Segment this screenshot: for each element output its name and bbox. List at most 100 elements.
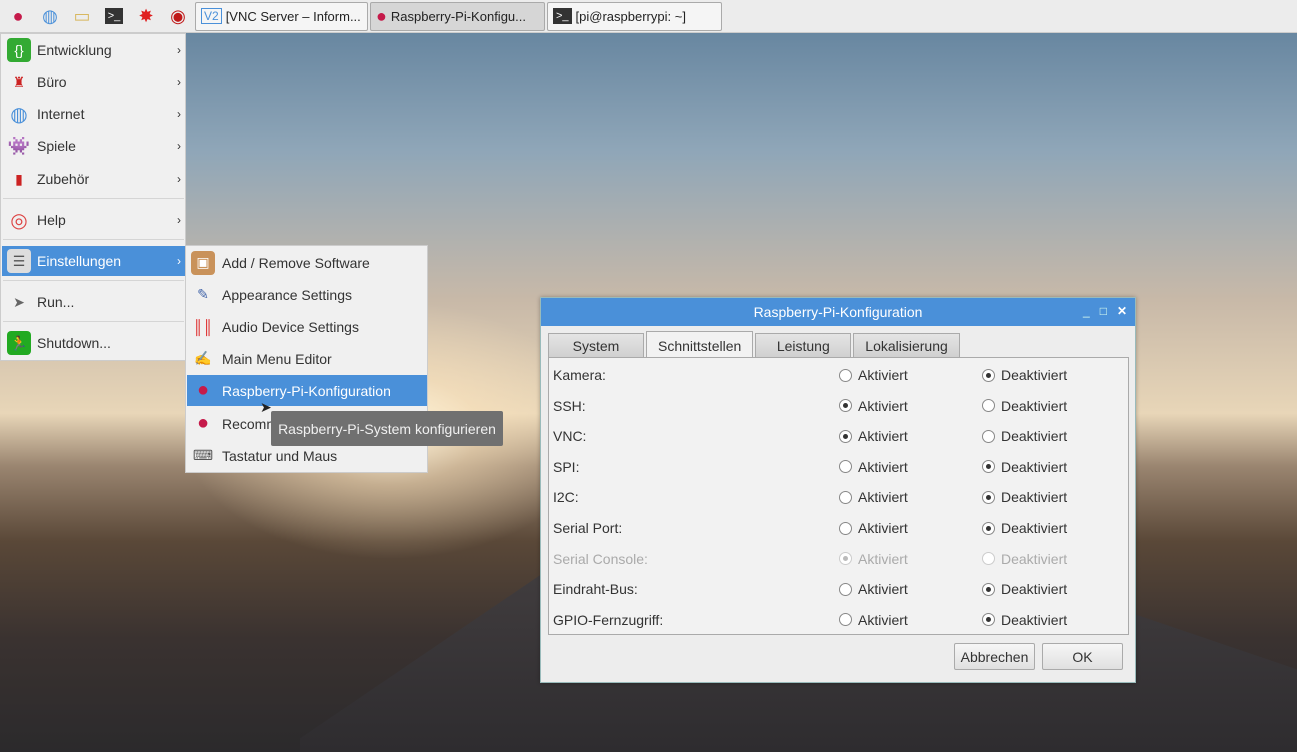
menu-item-buero[interactable]: ♜ Büro › xyxy=(2,67,185,97)
radio-deaktiviert[interactable]: Deaktiviert xyxy=(982,398,1067,414)
code-icon: {} xyxy=(7,38,31,62)
taskbar: ● ◍ ▭ >_ ✸ ◉ V2 [VNC Server – Inform... ●… xyxy=(0,0,1297,33)
radio-icon[interactable] xyxy=(839,582,852,596)
interface-label: GPIO-Fernzugriff: xyxy=(553,611,664,628)
radio-icon[interactable] xyxy=(982,399,995,413)
interface-row: SSH: Aktiviert Deaktiviert xyxy=(553,394,1123,418)
menu-item-entwicklung[interactable]: {} Entwicklung › xyxy=(2,35,185,65)
interface-label: VNC: xyxy=(553,428,587,445)
radio-icon[interactable] xyxy=(982,552,995,566)
terminal-icon: >_ xyxy=(553,8,572,24)
main-menu: {} Entwicklung › ♜ Büro › ◍ Internet › 👾 Spiele… xyxy=(0,33,186,361)
dialog-titlebar[interactable]: Raspberry-Pi-Konfiguration _ □ ✕ xyxy=(541,298,1135,326)
tab-system[interactable]: System xyxy=(548,333,644,358)
menu-item-help[interactable]: ◎ Help › xyxy=(2,205,185,235)
appearance-icon: ✎ xyxy=(197,286,209,302)
radio-deaktiviert[interactable]: Deaktiviert xyxy=(982,520,1067,536)
radio-deaktiviert[interactable]: Deaktiviert xyxy=(982,428,1067,444)
task-vnc-server[interactable]: V2 [VNC Server – Inform... xyxy=(195,1,368,31)
swiss-knife-icon: ▮ xyxy=(15,170,23,187)
menu-item-zubehoer[interactable]: ▮ Zubehör › xyxy=(2,164,185,194)
office-lamp-icon: ♜ xyxy=(12,73,26,90)
radio-icon[interactable] xyxy=(839,368,852,382)
menu-item-einstellungen[interactable]: ☰ Einstellungen › xyxy=(2,246,185,276)
radio-aktiviert[interactable]: Aktiviert xyxy=(839,581,908,597)
radio-aktiviert[interactable]: Aktiviert xyxy=(839,398,908,414)
interface-row: Serial Console: Aktiviert Deaktiviert xyxy=(553,547,1123,571)
radio-aktiviert[interactable]: Aktiviert xyxy=(839,428,908,444)
radio-icon[interactable] xyxy=(982,521,995,535)
radio-deaktiviert[interactable]: Deaktiviert xyxy=(982,367,1067,383)
menu-item-spiele[interactable]: 👾 Spiele › xyxy=(2,131,185,161)
tab-schnittstellen[interactable]: Schnittstellen xyxy=(646,331,754,359)
radio-aktiviert[interactable]: Aktiviert xyxy=(839,489,908,505)
radio-aktiviert[interactable]: Aktiviert xyxy=(839,612,908,628)
radio-icon[interactable] xyxy=(839,490,852,504)
radio-icon[interactable] xyxy=(982,490,995,504)
task-raspi-config[interactable]: ● Raspberry-Pi-Konfigu... xyxy=(370,1,545,31)
radio-deaktiviert[interactable]: Deaktiviert xyxy=(982,459,1067,475)
interface-label: Eindraht-Bus: xyxy=(553,581,638,598)
radio-icon[interactable] xyxy=(982,429,995,443)
cancel-button[interactable]: Abbrechen xyxy=(954,643,1035,670)
tab-bar: System Schnittstellen Leistung Lokalisie… xyxy=(548,331,960,359)
raspberry-icon: ● xyxy=(196,379,210,401)
interface-label: SPI: xyxy=(553,458,580,475)
radio-deaktiviert[interactable]: Deaktiviert xyxy=(982,612,1067,628)
radio-icon[interactable] xyxy=(982,460,995,474)
radio-icon[interactable] xyxy=(839,399,852,413)
task-terminal[interactable]: >_ [pi@raspberrypi: ~] xyxy=(547,1,722,31)
chevron-right-icon: › xyxy=(177,139,181,153)
radio-icon[interactable] xyxy=(839,552,852,566)
radio-deaktiviert[interactable]: Deaktiviert xyxy=(982,551,1067,567)
interface-row: Serial Port: Aktiviert Deaktiviert xyxy=(553,516,1123,540)
radio-icon[interactable] xyxy=(982,613,995,627)
terminal-icon[interactable]: >_ xyxy=(99,2,129,30)
wolfram-icon[interactable]: ◉ xyxy=(163,2,193,30)
interface-label: Serial Port: xyxy=(553,520,623,536)
radio-aktiviert[interactable]: Aktiviert xyxy=(839,459,908,475)
file-manager-icon[interactable]: ▭ xyxy=(67,2,97,30)
submenu-item-add-remove-software[interactable]: ▣ Add / Remove Software xyxy=(187,247,427,278)
maximize-icon[interactable]: □ xyxy=(1100,304,1107,318)
menu-item-run[interactable]: ➤ Run... xyxy=(2,287,185,317)
radio-aktiviert[interactable]: Aktiviert xyxy=(839,520,908,536)
tab-lokalisierung[interactable]: Lokalisierung xyxy=(853,333,960,358)
exit-icon: 🏃 xyxy=(7,331,31,355)
submenu-item-appearance[interactable]: ✎ Appearance Settings xyxy=(187,279,427,310)
mathematica-icon[interactable]: ✸ xyxy=(131,2,161,30)
menu-item-internet[interactable]: ◍ Internet › xyxy=(2,99,185,129)
tooltip: Raspberry-Pi-System konfigurieren xyxy=(271,411,503,446)
submenu-item-audio[interactable]: ║║ Audio Device Settings xyxy=(187,311,427,342)
submenu-item-raspi-config[interactable]: ● Raspberry-Pi-Konfiguration xyxy=(187,375,427,406)
space-invader-icon: 👾 xyxy=(7,135,31,156)
radio-icon[interactable] xyxy=(839,460,852,474)
raspberry-menu-icon[interactable]: ● xyxy=(3,2,33,30)
separator xyxy=(3,321,184,322)
radio-icon[interactable] xyxy=(839,429,852,443)
radio-icon[interactable] xyxy=(982,368,995,382)
radio-icon[interactable] xyxy=(839,613,852,627)
submenu-item-menu-editor[interactable]: ✍ Main Menu Editor xyxy=(187,343,427,374)
radio-aktiviert[interactable]: Aktiviert xyxy=(839,551,908,567)
preferences-icon: ☰ xyxy=(7,249,31,273)
chevron-right-icon: › xyxy=(177,75,181,89)
interface-row: SPI: Aktiviert Deaktiviert xyxy=(553,455,1123,479)
close-icon[interactable]: ✕ xyxy=(1117,304,1127,318)
tab-leistung[interactable]: Leistung xyxy=(755,333,852,358)
ok-button[interactable]: OK xyxy=(1042,643,1123,670)
separator xyxy=(3,280,184,281)
keyboard-icon: ⌨ xyxy=(192,447,214,463)
raspi-config-dialog: Raspberry-Pi-Konfiguration _ □ ✕ System Sc… xyxy=(540,297,1136,683)
menu-item-shutdown[interactable]: 🏃 Shutdown... xyxy=(2,328,185,358)
radio-icon[interactable] xyxy=(982,582,995,596)
package-icon: ▣ xyxy=(191,250,215,275)
radio-deaktiviert[interactable]: Deaktiviert xyxy=(982,489,1067,505)
radio-aktiviert[interactable]: Aktiviert xyxy=(839,367,908,383)
radio-deaktiviert[interactable]: Deaktiviert xyxy=(982,581,1067,597)
minimize-icon[interactable]: _ xyxy=(1083,304,1090,318)
web-browser-icon[interactable]: ◍ xyxy=(35,2,65,30)
radio-icon[interactable] xyxy=(839,521,852,535)
interface-label: Kamera: xyxy=(553,367,606,383)
interfaces-panel: Kamera: Aktiviert Deaktiviert SSH: Aktivi… xyxy=(548,357,1129,635)
